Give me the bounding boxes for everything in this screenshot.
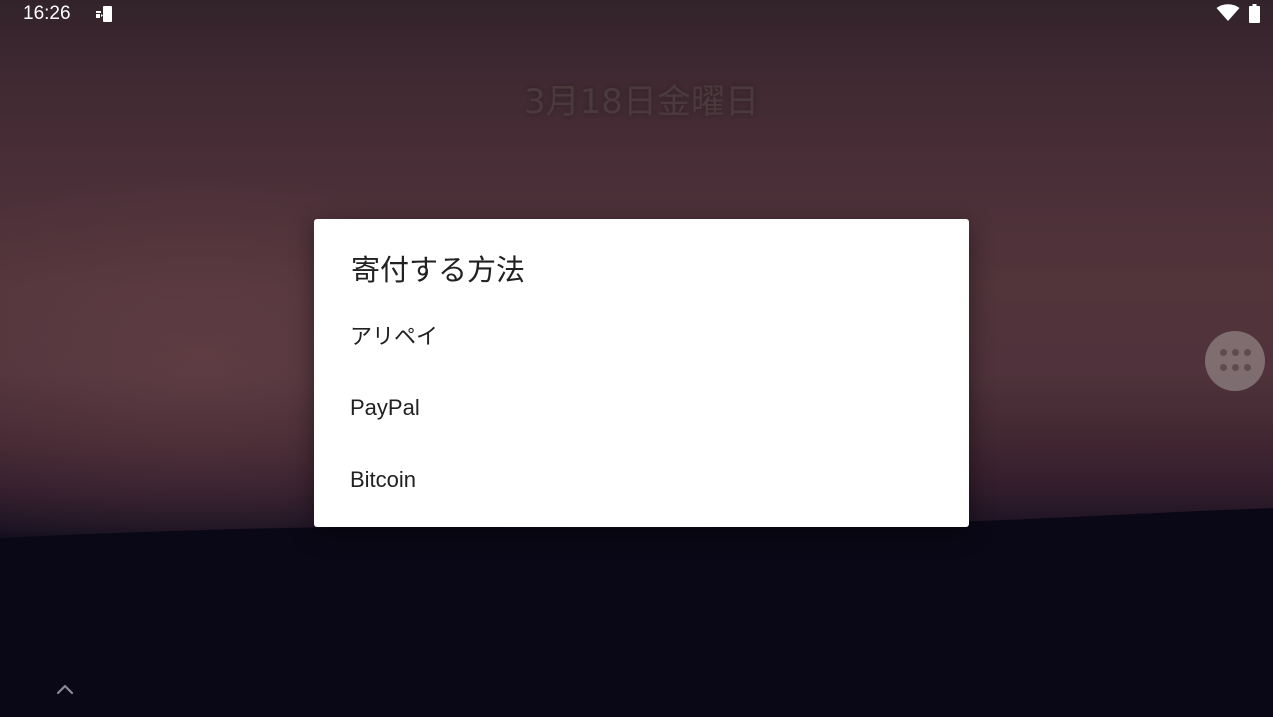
lockscreen-date: 3月18日金曜日	[524, 82, 759, 122]
option-paypal[interactable]: PayPal	[314, 372, 969, 444]
lock-screen: 16:26 3月18日金曜日 寄付する方法 アリペイ PayPal Bitcoi…	[0, 0, 1273, 717]
status-time: 16:26	[23, 3, 71, 24]
wifi-icon	[1216, 4, 1240, 21]
apps-grid-button[interactable]	[1205, 331, 1265, 391]
donation-method-dialog: 寄付する方法 アリペイ PayPal Bitcoin	[314, 219, 969, 527]
option-label: PayPal	[350, 395, 420, 420]
battery-icon	[1249, 4, 1260, 23]
option-bitcoin[interactable]: Bitcoin	[314, 444, 969, 516]
option-label: アリペイ	[350, 324, 439, 349]
chevron-up-icon[interactable]	[56, 683, 74, 695]
option-label: Bitcoin	[350, 467, 417, 492]
download-notification-icon	[96, 6, 112, 22]
status-bar: 16:26	[0, 0, 1273, 28]
option-alipay[interactable]: アリペイ	[314, 299, 969, 371]
dialog-title: 寄付する方法	[351, 253, 526, 287]
